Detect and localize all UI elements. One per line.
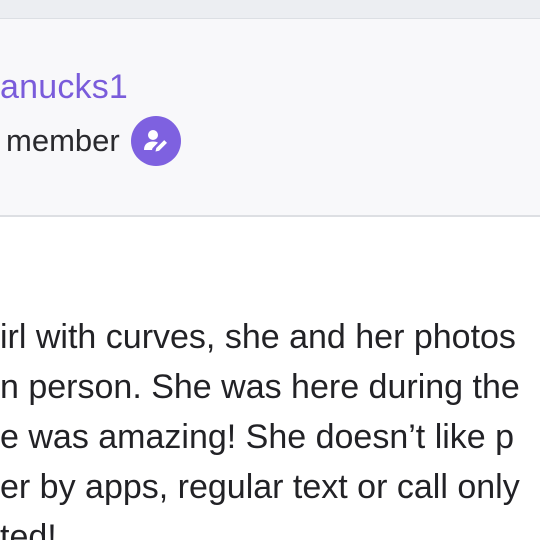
top-bar (0, 0, 540, 19)
member-role-label: member (6, 123, 120, 158)
post-body: irl with curves, she and her photos n pe… (0, 312, 540, 540)
author-card: anucks1 member (0, 19, 540, 217)
post-text-line: er by apps, regular text or call only (0, 468, 520, 506)
forum-post-view: anucks1 member irl with curves, she and … (0, 0, 540, 540)
post-text-line: e was amazing! She doesn’t like p (0, 418, 515, 456)
author-username[interactable]: anucks1 (0, 68, 128, 107)
post-text-line: n person. She was here during the (0, 368, 520, 406)
user-edit-icon (130, 116, 181, 166)
post-text-line: ted! (0, 518, 57, 540)
member-status: member (6, 116, 181, 166)
post-text-line: irl with curves, she and her photos (0, 318, 516, 356)
